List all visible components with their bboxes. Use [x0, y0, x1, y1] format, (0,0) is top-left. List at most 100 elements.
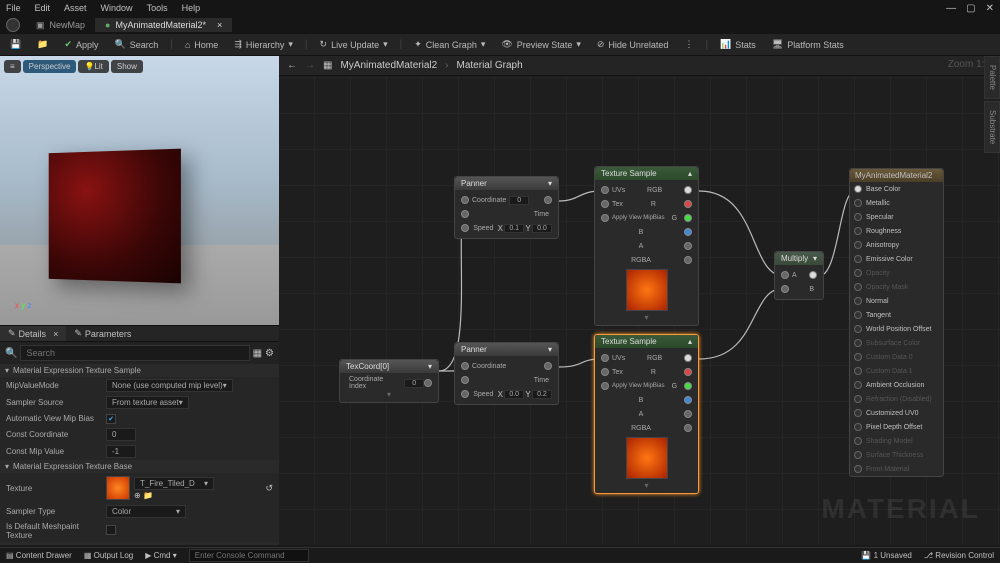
collapse-icon[interactable]: ▴	[688, 337, 692, 346]
output-pin-row[interactable]: Tangent	[850, 308, 943, 322]
breadcrumb-graph[interactable]: Material Graph	[457, 60, 523, 71]
output-log-button[interactable]: ▦ Output Log	[84, 551, 133, 560]
browse-icon[interactable]: 📁	[143, 491, 153, 500]
input-pin[interactable]	[854, 353, 862, 361]
palette-tab[interactable]: Palette	[984, 56, 1000, 99]
rgba-pin[interactable]	[684, 256, 692, 264]
input-pin[interactable]	[854, 185, 862, 193]
stats-button[interactable]: 📊Stats	[716, 37, 760, 52]
mipbias-pin[interactable]	[601, 214, 609, 222]
time-pin[interactable]	[461, 210, 469, 218]
menu-help[interactable]: Help	[182, 3, 201, 13]
output-pin-row[interactable]: Specular	[850, 210, 943, 224]
menu-window[interactable]: Window	[101, 3, 133, 13]
output-pin-row[interactable]: World Position Offset	[850, 322, 943, 336]
output-pin[interactable]	[544, 362, 552, 370]
lit-dropdown[interactable]: 💡Lit	[78, 60, 108, 73]
b-pin[interactable]	[684, 396, 692, 404]
speed-x-input[interactable]: 0.0	[504, 390, 524, 399]
live-update-button[interactable]: ↻Live Update▾	[316, 37, 392, 52]
output-pin[interactable]	[544, 196, 552, 204]
tab-close-icon[interactable]: ×	[53, 329, 58, 339]
input-pin[interactable]	[854, 465, 862, 473]
output-pin-row[interactable]: Custom Data 0	[850, 350, 943, 364]
mipvaluemode-dropdown[interactable]: None (use computed mip level) ▾	[106, 379, 233, 392]
input-pin[interactable]	[854, 339, 862, 347]
constmip-input[interactable]: -1	[106, 445, 136, 458]
output-pin-row[interactable]: Customized UV0	[850, 406, 943, 420]
viewport-menu-icon[interactable]: ≡	[4, 60, 21, 73]
tab-newmap[interactable]: ▣NewMap	[26, 18, 95, 33]
input-pin[interactable]	[854, 437, 862, 445]
expand-icon[interactable]: ▾	[343, 390, 435, 399]
output-pin-row[interactable]: Custom Data 1	[850, 364, 943, 378]
browse-button[interactable]: 📁	[33, 37, 52, 52]
speed-pin[interactable]	[461, 390, 469, 398]
search-button[interactable]: 🔍Search	[111, 37, 163, 52]
output-pin-row[interactable]: Pixel Depth Offset	[850, 420, 943, 434]
menu-asset[interactable]: Asset	[64, 3, 87, 13]
platform-stats-button[interactable]: 🖥Platform Stats	[768, 37, 848, 52]
panner-node-2[interactable]: Panner▾ Coordinate Time Speed X0.0 Y0.2	[454, 342, 559, 405]
parameters-tab[interactable]: ✎Parameters	[66, 326, 139, 341]
a-pin[interactable]	[684, 242, 692, 250]
preview-viewport[interactable]: ≡ Perspective 💡Lit Show x y z	[0, 56, 279, 326]
tex-pin[interactable]	[601, 200, 609, 208]
input-pin[interactable]	[854, 269, 862, 277]
save-button[interactable]: 💾	[6, 37, 25, 52]
input-pin[interactable]	[854, 241, 862, 249]
show-dropdown[interactable]: Show	[111, 60, 143, 73]
texcoord-node[interactable]: TexCoord[0]▾ Coordinate Index0 ▾	[339, 359, 439, 403]
tab-material[interactable]: ●MyAnimatedMaterial2*×	[95, 18, 232, 32]
output-pin-row[interactable]: Shading Model	[850, 434, 943, 448]
output-pin-row[interactable]: Ambient Occlusion	[850, 378, 943, 392]
section-header[interactable]: ▾Material Expression Texture Sample	[0, 364, 279, 377]
output-pin-row[interactable]: Front Material	[850, 462, 943, 476]
input-pin[interactable]	[854, 283, 862, 291]
section-header[interactable]: ▾Material Expression	[0, 542, 279, 545]
breadcrumb-asset[interactable]: MyAnimatedMaterial2	[340, 60, 437, 71]
coord-pin[interactable]	[461, 196, 469, 204]
output-pin-row[interactable]: Base Color	[850, 182, 943, 196]
output-pin-row[interactable]: Roughness	[850, 224, 943, 238]
output-pin-row[interactable]: Emissive Color	[850, 252, 943, 266]
settings-button[interactable]: ⋮	[680, 37, 697, 52]
g-pin[interactable]	[684, 214, 692, 222]
nav-back-icon[interactable]: ←	[287, 60, 297, 71]
output-pin-row[interactable]: Refraction (Disabled)	[850, 392, 943, 406]
r-pin[interactable]	[684, 368, 692, 376]
output-pin-row[interactable]: Opacity	[850, 266, 943, 280]
speed-x-input[interactable]: 0.1	[504, 224, 524, 233]
reset-icon[interactable]: ↺	[265, 483, 273, 494]
speed-pin[interactable]	[461, 224, 469, 232]
chevron-down-icon[interactable]: ▾	[428, 362, 432, 371]
section-header[interactable]: ▾Material Expression Texture Base	[0, 460, 279, 473]
output-pin-row[interactable]: Subsurface Color	[850, 336, 943, 350]
input-pin[interactable]	[854, 381, 862, 389]
a-pin[interactable]	[781, 271, 789, 279]
input-pin[interactable]	[854, 395, 862, 403]
output-pin-row[interactable]: Normal	[850, 294, 943, 308]
multiply-node[interactable]: Multiply▾ A B	[774, 251, 824, 300]
coord-index-input[interactable]: 0	[404, 379, 424, 388]
b-pin[interactable]	[781, 285, 789, 293]
isdefault-checkbox[interactable]	[106, 525, 116, 535]
input-pin[interactable]	[854, 409, 862, 417]
time-pin[interactable]	[461, 376, 469, 384]
input-pin[interactable]	[854, 325, 862, 333]
tab-close-icon[interactable]: ×	[217, 20, 222, 30]
coord-input[interactable]: 0	[509, 196, 529, 205]
revision-control-button[interactable]: ⎇ Revision Control	[924, 551, 994, 560]
input-pin[interactable]	[854, 423, 862, 431]
chevron-down-icon[interactable]: ▾	[813, 254, 817, 263]
material-output-node[interactable]: MyAnimatedMaterial2 Base ColorMetallicSp…	[849, 168, 944, 477]
menu-tools[interactable]: Tools	[147, 3, 168, 13]
nav-fwd-icon[interactable]: →	[305, 60, 315, 71]
input-pin[interactable]	[854, 367, 862, 375]
uvs-pin[interactable]	[601, 186, 609, 194]
rgb-pin[interactable]	[684, 186, 692, 194]
output-pin-row[interactable]: Metallic	[850, 196, 943, 210]
collapse-icon[interactable]: ▴	[688, 169, 692, 178]
uvs-pin[interactable]	[601, 354, 609, 362]
details-search-input[interactable]	[20, 345, 249, 361]
